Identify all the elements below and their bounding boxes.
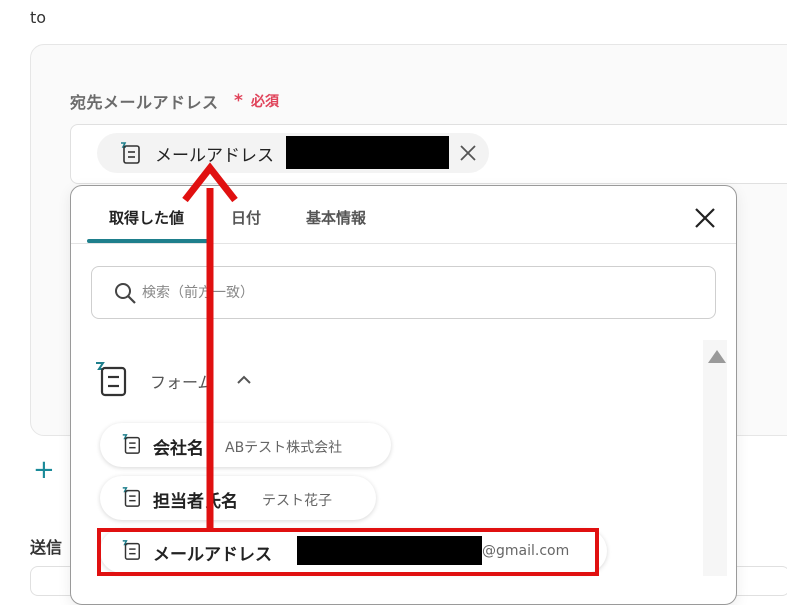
tab-divider xyxy=(71,243,736,244)
close-icon[interactable] xyxy=(693,206,717,230)
chevron-up-icon[interactable] xyxy=(236,372,252,388)
item-value: テスト花子 xyxy=(262,493,332,509)
scrollbar[interactable] xyxy=(703,340,727,576)
chip-label: メールアドレス xyxy=(155,146,274,166)
item-value: ABテスト株式会社 xyxy=(225,440,343,456)
search-input[interactable] xyxy=(140,279,700,307)
group-label-form: フォーム xyxy=(150,373,214,392)
plus-icon[interactable]: + xyxy=(33,456,55,484)
field-label: 宛先メールアドレス xyxy=(70,93,219,112)
sender-label: 送信 xyxy=(30,538,63,557)
redaction-block xyxy=(286,136,449,169)
section-label-to: to xyxy=(30,8,47,27)
close-icon[interactable] xyxy=(458,143,478,163)
required-badge: 必須 xyxy=(251,94,279,110)
item-label: 担当者氏名 xyxy=(153,492,238,512)
form-icon xyxy=(121,142,140,164)
search-icon xyxy=(115,283,136,304)
form-icon xyxy=(96,362,127,397)
item-label: 会社名 xyxy=(153,439,204,459)
scroll-up-icon[interactable] xyxy=(708,350,726,363)
highlight-annotation xyxy=(97,528,599,576)
required-mark: * xyxy=(234,91,243,111)
form-icon xyxy=(122,434,140,454)
tab-basic-info[interactable]: 基本情報 xyxy=(306,207,366,228)
form-icon xyxy=(122,487,140,507)
tab-acquired-values[interactable]: 取得した値 xyxy=(109,207,184,228)
tab-date[interactable]: 日付 xyxy=(231,207,261,228)
